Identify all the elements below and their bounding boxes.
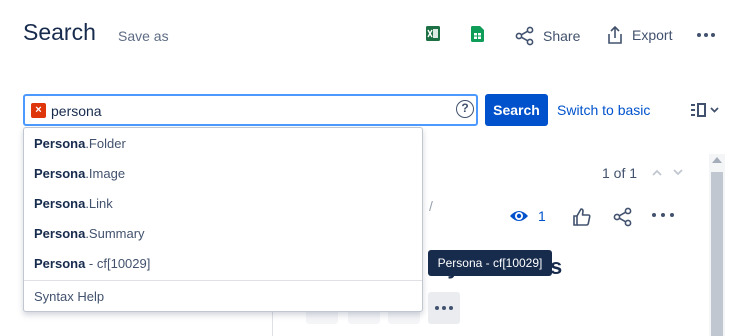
syntax-help-link[interactable]: Syntax Help	[34, 289, 104, 304]
watch-count: 1	[538, 208, 546, 224]
jql-search-field[interactable]: × ?	[23, 94, 478, 126]
more-icon	[652, 213, 656, 217]
page-title: Search	[23, 19, 96, 45]
chevron-down-icon[interactable]	[673, 167, 683, 179]
scroll-up-arrow[interactable]	[712, 157, 722, 163]
export-icon	[608, 25, 622, 44]
more-actions-button[interactable]	[694, 25, 718, 45]
search-button[interactable]: Search	[485, 94, 548, 126]
google-sheets-icon[interactable]	[471, 26, 484, 42]
eye-icon[interactable]	[509, 208, 529, 224]
search-input[interactable]	[51, 102, 451, 120]
suggestion-item[interactable]: Persona - cf[10029]	[34, 256, 150, 271]
export-button[interactable]: Export	[606, 25, 672, 45]
chevron-up-icon[interactable]	[652, 167, 662, 179]
suggestion-item[interactable]: Persona.Link	[34, 196, 113, 211]
suggestion-item[interactable]: Persona.Summary	[34, 226, 145, 241]
issue-more-button[interactable]	[652, 213, 674, 219]
export-label: Export	[632, 27, 673, 43]
dropdown-divider	[24, 280, 422, 281]
help-icon[interactable]: ?	[456, 100, 474, 118]
suggestion-item[interactable]: Persona.Image	[34, 166, 125, 181]
share-icon	[515, 26, 534, 46]
scrollbar-thumb[interactable]	[711, 172, 723, 336]
suggestion-item[interactable]: Persona.Folder	[34, 136, 126, 151]
view-toggle-button[interactable]	[690, 103, 719, 117]
more-actions-button[interactable]	[428, 292, 460, 324]
pager-text: 1 of 1	[602, 165, 638, 181]
clear-icon[interactable]: ×	[31, 103, 46, 118]
excel-icon[interactable]	[426, 26, 440, 41]
share-label: Share	[543, 28, 581, 44]
save-as-button[interactable]: Save as	[118, 28, 169, 44]
like-icon[interactable]	[572, 207, 592, 227]
share-button[interactable]: Share	[515, 26, 580, 46]
breadcrumb-separator: /	[429, 198, 433, 214]
tooltip: Persona - cf[10029]	[428, 250, 552, 276]
autocomplete-dropdown: Persona.Folder Persona.Image Persona.Lin…	[23, 127, 423, 312]
share-icon[interactable]	[613, 207, 633, 227]
view-toggle-icon	[691, 103, 706, 117]
more-icon	[697, 33, 701, 37]
more-icon	[435, 306, 439, 310]
chevron-down-icon	[710, 107, 719, 113]
switch-to-basic-link[interactable]: Switch to basic	[557, 102, 650, 118]
